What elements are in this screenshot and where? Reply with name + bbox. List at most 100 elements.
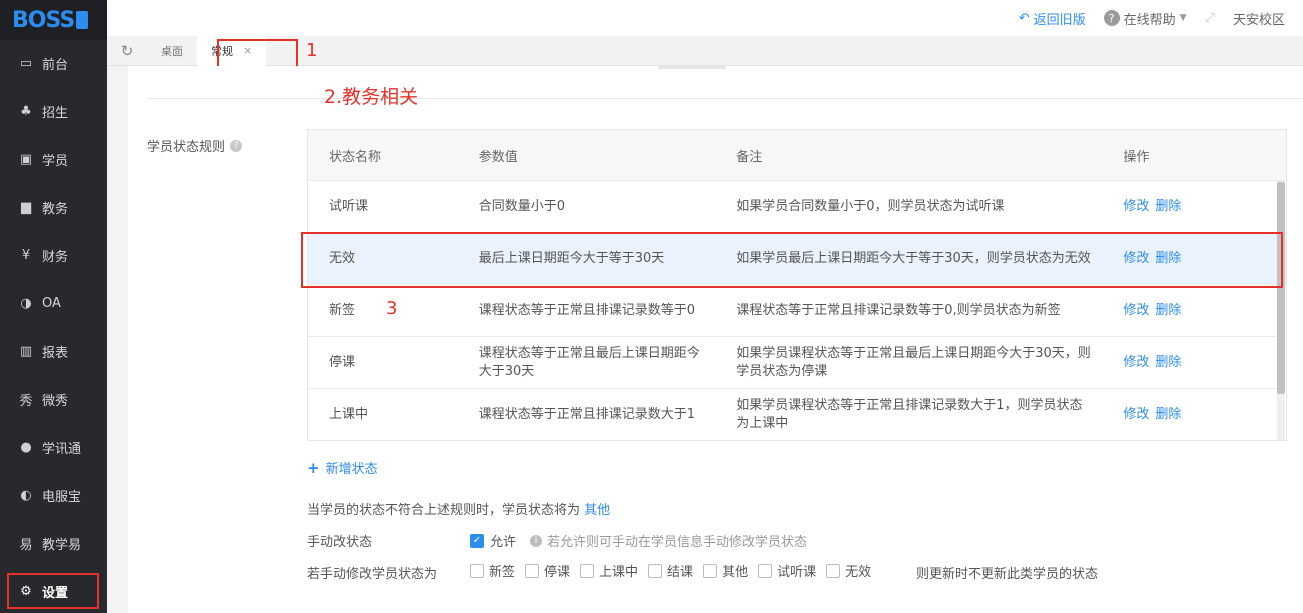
collapse-handle[interactable]	[658, 66, 726, 69]
actions-cell: 修改 删除	[1102, 406, 1286, 424]
help-icon: ?	[1103, 10, 1120, 26]
otherwise-text: 当学员的状态不符合上述规则时，学员状态将为	[307, 503, 581, 518]
delete-link[interactable]: 删除	[1155, 407, 1181, 422]
sidebar-item-jiaoxueyi[interactable]: 易 教学易	[0, 527, 107, 559]
hint-text: 若允许则可手动在学员信息手动修改学员状态	[547, 535, 808, 550]
option-qita[interactable]: 其他	[703, 561, 748, 580]
checkbox-icon	[703, 563, 718, 578]
edit-link[interactable]: 修改	[1123, 303, 1149, 318]
param-cell: 课程状态等于正常且排课记录数等于0	[478, 302, 695, 318]
phone-icon: ◐	[20, 487, 32, 503]
yen-icon: ¥	[21, 247, 31, 263]
rule-label-text: 学员状态规则	[147, 140, 226, 155]
allow-checkbox[interactable]: ✓ 允许	[470, 531, 516, 550]
delete-link[interactable]: 删除	[1155, 355, 1181, 370]
sidebar-item-label: 报表	[42, 345, 69, 361]
sidebar-item-weixiu[interactable]: 秀 微秀	[0, 383, 107, 415]
status-name-cell: 停课	[329, 354, 356, 370]
checkbox-icon	[470, 563, 484, 578]
edit-link[interactable]: 修改	[1123, 407, 1149, 422]
annotation-number-3: 3	[386, 298, 398, 319]
student-status-rule-label: 学员状态规则 ?	[147, 136, 243, 155]
sidebar-item-frontdesk[interactable]: ▭ 前台	[0, 47, 107, 79]
delete-link[interactable]: 删除	[1155, 199, 1181, 214]
status-name-cell: 新签	[329, 302, 356, 318]
location-pin-icon: ●	[20, 439, 32, 455]
table-row[interactable]: 试听课 合同数量小于0 如果学员合同数量小于0，则学员状态为试听课 修改 删除	[308, 181, 1286, 233]
option-label: 结课	[667, 565, 694, 580]
checkbox-icon	[826, 563, 841, 578]
otherwise-value-link[interactable]: 其他	[584, 503, 610, 518]
sidebar-item-academic[interactable]: ▆ 教务	[0, 191, 107, 223]
logo[interactable]: BOSS	[0, 0, 107, 40]
sidebar-item-label: 微秀	[42, 393, 69, 409]
edit-link[interactable]: 修改	[1123, 355, 1149, 370]
note-cell: 课程状态等于正常且排课记录数等于0,则学员状态为新签	[736, 302, 1061, 318]
sidebar-item-label: 电服宝	[42, 489, 82, 505]
info-icon: i	[530, 534, 542, 547]
checkbox-icon	[648, 563, 663, 578]
checkbox-icon	[525, 563, 540, 578]
online-help-label: 在线帮助	[1123, 12, 1176, 28]
logo-text: BOSS	[12, 7, 75, 33]
allow-label: 允许	[490, 535, 517, 550]
logo-badge	[76, 11, 89, 29]
sidebar-item-label: 招生	[42, 105, 69, 121]
tab-desktop[interactable]: 桌面	[147, 36, 197, 66]
status-name-cell: 上课中	[329, 406, 369, 422]
sidebar-item-label: OA	[42, 295, 61, 311]
table-row[interactable]: 停课 课程状态等于正常且最后上课日期距今大于30天 如果学员课程状态等于正常且最…	[308, 337, 1286, 389]
sidebar-item-students[interactable]: ▣ 学员	[0, 143, 107, 175]
refresh-icon: ↻	[120, 41, 134, 60]
sidebar-item-label: 前台	[42, 57, 69, 73]
campus-selector[interactable]: 天安校区	[1233, 9, 1285, 28]
annotation-box-row	[301, 232, 1283, 288]
fullscreen-button[interactable]: ⤢	[1205, 11, 1215, 26]
option-jieke[interactable]: 结课	[648, 561, 693, 580]
column-header: 备注	[736, 149, 763, 165]
undo-icon: ↶	[1018, 10, 1030, 26]
back-old-version-link[interactable]: ↶ 返回旧版	[1019, 9, 1086, 28]
manual-change-hint: i 若允许则可手动在学员信息手动修改学员状态	[530, 531, 807, 550]
option-wuxiao[interactable]: 无效	[826, 561, 871, 580]
sidebar-item-reports[interactable]: ▥ 报表	[0, 335, 107, 367]
back-old-version-label: 返回旧版	[1033, 12, 1086, 28]
table-row[interactable]: 新签 课程状态等于正常且排课记录数等于0 课程状态等于正常且排课记录数等于0,则…	[308, 285, 1286, 337]
note-cell: 如果学员合同数量小于0，则学员状态为试听课	[736, 198, 1005, 214]
option-xinqian[interactable]: 新签	[470, 561, 515, 580]
option-label: 新签	[489, 565, 516, 580]
column-header: 状态名称	[329, 149, 382, 165]
table-row[interactable]: 上课中 课程状态等于正常且排课记录数大于1 如果学员课程状态等于正常且排课记录数…	[308, 389, 1286, 440]
param-cell: 课程状态等于正常且排课记录数大于1	[478, 406, 695, 422]
option-tingke[interactable]: 停课	[525, 561, 570, 580]
table-scroll-thumb[interactable]	[1277, 182, 1285, 394]
sidebar-item-finance[interactable]: ¥ 财务	[0, 239, 107, 271]
sidebar-item-label: 教学易	[42, 537, 82, 553]
sidebar-item-xuexuntong[interactable]: ● 学讯通	[0, 431, 107, 463]
delete-link[interactable]: 删除	[1155, 303, 1181, 318]
add-state-button[interactable]: + 新增状态	[307, 458, 378, 478]
online-help-dropdown[interactable]: ? 在线帮助 ▼	[1103, 9, 1187, 28]
sidebar-item-enrollment[interactable]: ♣ 招生	[0, 95, 107, 127]
option-shangkezhong[interactable]: 上课中	[580, 561, 638, 580]
annotation-box-settings	[7, 573, 99, 609]
edit-link[interactable]: 修改	[1123, 199, 1149, 214]
sidebar-item-oa[interactable]: ◑ OA	[0, 287, 107, 319]
option-shitingke[interactable]: 试听课	[758, 561, 816, 580]
toggle-icon: ◑	[20, 295, 32, 311]
question-icon[interactable]: ?	[230, 139, 243, 152]
annotation-box-tab	[217, 39, 298, 68]
user-add-icon: ♣	[20, 103, 32, 119]
manual-status-tail: 则更新时不更新此类学员的状态	[916, 567, 1099, 582]
sidebar: BOSS ▭ 前台 ♣ 招生 ▣ 学员 ▆ 教务 ¥ 财务 ◑ OA ▥ 报表 …	[0, 0, 107, 613]
option-label: 无效	[845, 565, 872, 580]
bar-chart-icon: ▥	[19, 343, 33, 359]
note-cell: 如果学员课程状态等于正常且排课记录数大于1，则学员状态为上课中	[736, 397, 1083, 431]
actions-cell: 修改 删除	[1102, 302, 1286, 320]
sidebar-item-dianfubao[interactable]: ◐ 电服宝	[0, 479, 107, 511]
manual-status-options: 新签 停课 上课中 结课 其他 试听课 无效	[470, 561, 871, 580]
refresh-button[interactable]: ↻	[107, 42, 147, 60]
weixiu-icon: 秀	[19, 393, 33, 409]
topbar: ↶ 返回旧版 ? 在线帮助 ▼ ⤢ 天安校区	[107, 0, 1303, 36]
actions-cell: 修改 删除	[1102, 198, 1286, 216]
